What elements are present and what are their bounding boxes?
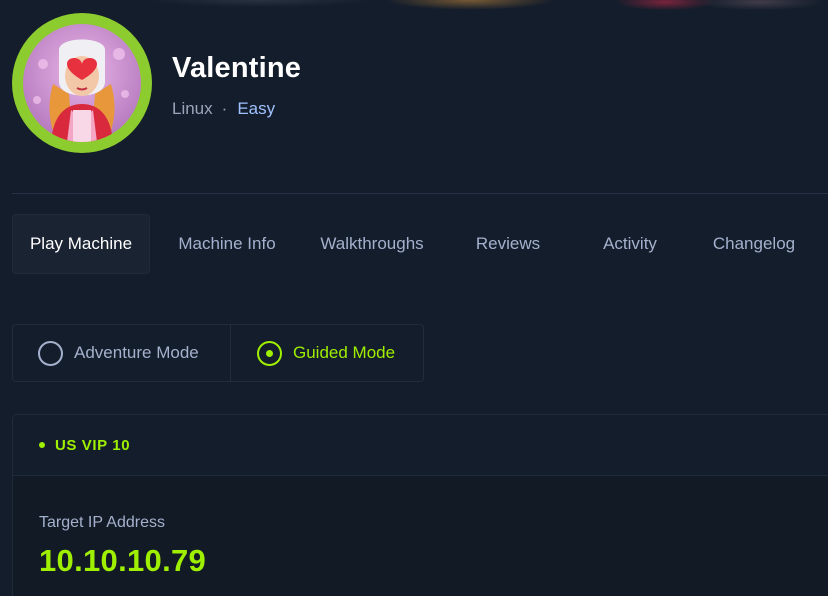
- guided-mode-option[interactable]: Guided Mode: [231, 325, 423, 381]
- avatar-image: [23, 24, 141, 142]
- tab-walkthroughs[interactable]: Walkthroughs: [304, 214, 440, 274]
- mode-selector: Adventure Mode Guided Mode: [12, 324, 424, 382]
- adventure-mode-option[interactable]: Adventure Mode: [13, 325, 231, 381]
- tab-play-machine[interactable]: Play Machine: [12, 214, 150, 274]
- machine-difficulty: Easy: [237, 99, 276, 118]
- machine-os: Linux: [172, 99, 213, 118]
- server-name: US VIP 10: [55, 436, 131, 454]
- target-info: Target IP Address 10.10.10.79: [13, 476, 828, 596]
- server-header: US VIP 10: [13, 415, 828, 476]
- tab-machine-info[interactable]: Machine Info: [150, 214, 304, 274]
- machine-page: Valentine Linux · Easy Play Machine Mach…: [0, 0, 828, 596]
- tab-activity[interactable]: Activity: [576, 214, 684, 274]
- tab-changelog[interactable]: Changelog: [684, 214, 824, 274]
- tab-reviews[interactable]: Reviews: [440, 214, 576, 274]
- target-ip-value[interactable]: 10.10.10.79: [39, 543, 828, 579]
- header-divider: [12, 193, 828, 194]
- meta-separator: ·: [221, 99, 228, 118]
- machine-meta: Linux · Easy: [172, 99, 275, 119]
- adventure-mode-label: Adventure Mode: [74, 343, 199, 362]
- target-ip-label: Target IP Address: [39, 514, 165, 531]
- machine-avatar: [12, 13, 152, 153]
- machine-name: Valentine: [172, 52, 302, 84]
- server-status-icon: [39, 442, 45, 448]
- adventure-mode-radio[interactable]: [38, 340, 63, 366]
- machine-tabs: Play Machine Machine Info Walkthroughs R…: [12, 214, 824, 274]
- guided-mode-label: Guided Mode: [293, 343, 396, 362]
- server-panel: US VIP 10 Target IP Address 10.10.10.79: [12, 414, 828, 596]
- guided-mode-radio[interactable]: [257, 340, 282, 366]
